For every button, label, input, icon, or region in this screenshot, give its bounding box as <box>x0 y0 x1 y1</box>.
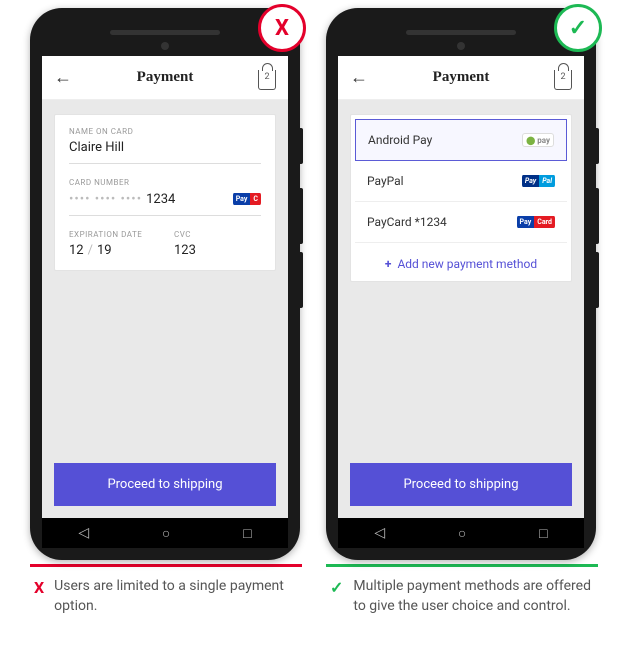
card-number-label: CARD NUMBER <box>69 178 261 187</box>
bag-count: 2 <box>259 72 275 82</box>
bag-count: 2 <box>555 72 571 82</box>
card-mask: •••• •••• •••• <box>69 192 142 207</box>
payment-option-paypal[interactable]: PayPal PayPal <box>355 161 567 202</box>
bad-caption-text: Users are limited to a single payment op… <box>54 577 298 616</box>
shopping-bag-icon[interactable]: 2 <box>258 70 276 90</box>
proceed-button[interactable]: Proceed to shipping <box>350 463 572 506</box>
payment-option-label: PayCard *1234 <box>367 215 447 229</box>
nav-back-icon[interactable]: ◁ <box>78 525 89 541</box>
app-bar: ← Payment 2 <box>338 56 584 100</box>
proceed-button[interactable]: Proceed to shipping <box>54 463 276 506</box>
paypal-icon: PayPal <box>522 173 555 189</box>
content-area: NAME ON CARD Claire Hill CARD NUMBER •••… <box>42 100 288 463</box>
phone-volume-down <box>300 252 303 308</box>
good-caption-text: Multiple payment methods are offered to … <box>353 577 594 616</box>
bad-example: X ← Payment 2 NAME ON CARD Claire Hill <box>30 8 302 616</box>
content-area: Android Pay ⬤ pay PayPal PayPal PayCard *123… <box>338 100 584 463</box>
cvc-field[interactable]: 123 <box>174 243 261 258</box>
nav-recents-icon[interactable]: □ <box>243 525 251 542</box>
expiration-field[interactable]: 12/19 <box>69 243 156 258</box>
android-navbar: ◁ ○ □ <box>42 518 288 548</box>
payment-option-label: PayPal <box>367 174 404 188</box>
comparison-container: X ← Payment 2 NAME ON CARD Claire Hill <box>0 0 628 616</box>
payment-option-android-pay[interactable]: Android Pay ⬤ pay <box>355 119 567 161</box>
back-icon[interactable]: ← <box>350 67 368 88</box>
good-badge: ✓ <box>554 4 602 52</box>
payment-option-label: Android Pay <box>368 133 432 147</box>
phone-volume-up <box>300 188 303 244</box>
card-number-field[interactable]: •••• •••• •••• 1234 PayC <box>69 191 261 216</box>
page-title: Payment <box>72 69 258 86</box>
good-caption: ✓ Multiple payment methods are offered t… <box>326 567 598 616</box>
nav-home-icon[interactable]: ○ <box>458 525 466 542</box>
android-pay-icon: ⬤ pay <box>522 132 554 148</box>
android-navbar: ◁ ○ □ <box>338 518 584 548</box>
good-example: ✓ ← Payment 2 Android Pay⬤ payPayPalPayP… <box>326 8 598 616</box>
nav-back-icon[interactable]: ◁ <box>374 525 385 541</box>
shopping-bag-icon[interactable]: 2 <box>554 70 572 90</box>
phone-frame-right: ← Payment 2 Android Pay⬤ payPayPalPayPal… <box>326 8 596 560</box>
screen-right: ← Payment 2 Android Pay⬤ payPayPalPayPal… <box>338 56 584 518</box>
payment-option-paycard[interactable]: PayCard *1234 PayCard <box>355 202 567 243</box>
bad-caption: X Users are limited to a single payment … <box>30 567 302 616</box>
payment-options-card: Android Pay ⬤ pay PayPal PayPal PayCard *123… <box>350 114 572 282</box>
phone-volume-up <box>596 188 599 244</box>
add-payment-label: Add new payment method <box>397 257 537 271</box>
app-bar: ← Payment 2 <box>42 56 288 100</box>
nav-home-icon[interactable]: ○ <box>162 525 170 542</box>
card-form: NAME ON CARD Claire Hill CARD NUMBER •••… <box>54 114 276 271</box>
card-last4: 1234 <box>146 192 233 207</box>
phone-frame-left: ← Payment 2 NAME ON CARD Claire Hill CAR… <box>30 8 300 560</box>
x-icon: X <box>275 16 289 41</box>
phone-power-button <box>300 128 303 164</box>
name-field[interactable]: Claire Hill <box>69 140 261 164</box>
check-icon: ✓ <box>569 16 587 41</box>
phone-power-button <box>596 128 599 164</box>
cvc-label: CVC <box>174 230 261 239</box>
nav-recents-icon[interactable]: □ <box>539 525 547 542</box>
plus-icon: + <box>385 257 392 271</box>
screen-left: ← Payment 2 NAME ON CARD Claire Hill CAR… <box>42 56 288 518</box>
paycard-icon: PayC <box>233 191 261 207</box>
check-icon: ✓ <box>330 577 343 616</box>
add-payment-button[interactable]: + Add new payment method <box>355 243 567 277</box>
x-icon: X <box>34 577 44 616</box>
bad-badge: X <box>258 4 306 52</box>
expiration-label: EXPIRATION DATE <box>69 230 156 239</box>
paycard-icon: PayCard <box>517 214 555 230</box>
page-title: Payment <box>368 69 554 86</box>
phone-volume-down <box>596 252 599 308</box>
name-label: NAME ON CARD <box>69 127 261 136</box>
back-icon[interactable]: ← <box>54 67 72 88</box>
